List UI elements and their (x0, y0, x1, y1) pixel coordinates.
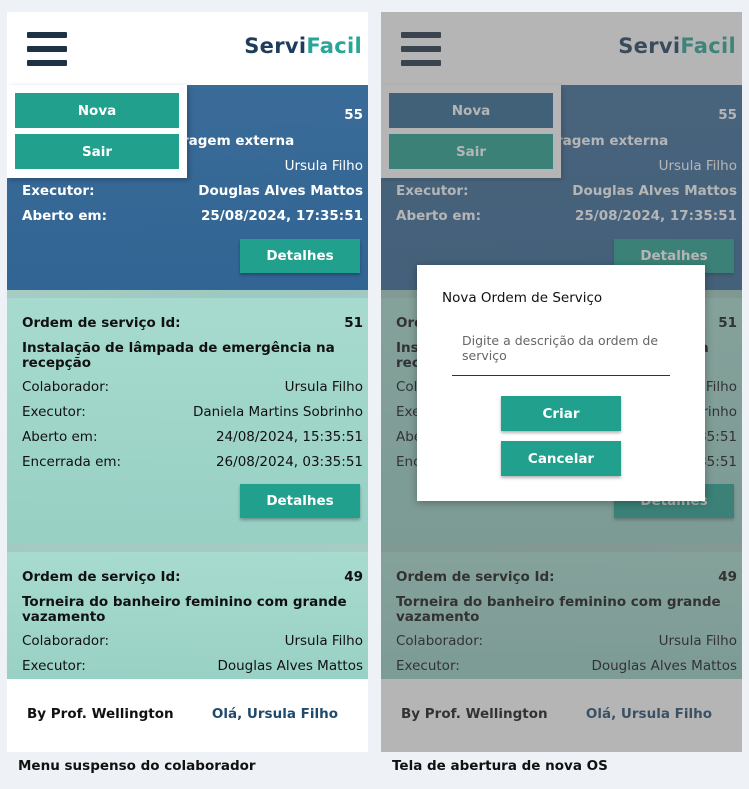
executor-label: Executor: (22, 183, 95, 199)
nova-button[interactable]: Nova (15, 93, 179, 128)
aberto-value: 24/08/2024, 15:35:51 (215, 429, 363, 445)
executor-value: Daniela Martins Sobrinho (192, 404, 363, 420)
caption-left: Menu suspenso do colaborador (18, 758, 256, 774)
encerrada-label: Encerrada em: (22, 454, 122, 470)
caption-right: Tela de abertura de nova OS (392, 758, 608, 774)
order-title: Instalação de lâmpada de emergência na r… (22, 340, 335, 371)
app-logo: ServiFacil (244, 34, 362, 58)
colaborador-label: Colaborador: (22, 633, 110, 649)
executor-label: Executor: (22, 658, 86, 674)
colaborador-value: Ursula Filho (284, 633, 363, 649)
colaborador-value: Ursula Filho (284, 379, 363, 395)
app-header: ServiFacil (7, 12, 368, 85)
new-order-dialog: Nova Ordem de Serviço Criar Cancelar (417, 265, 705, 501)
order-id-value: 55 (344, 107, 363, 123)
criar-button[interactable]: Criar (501, 396, 621, 431)
colaborador-label: Colaborador: (22, 379, 110, 395)
details-button[interactable]: Detalhes (240, 239, 360, 273)
order-title: ragem externa (182, 133, 295, 149)
order-id-value: 49 (344, 569, 363, 585)
dropdown-menu: Nova Sair (7, 85, 187, 178)
order-card: Ordem de serviço Id: 51 Instalação de lâm… (7, 298, 368, 544)
app-footer: By Prof. Wellington Olá, Ursula Filho (7, 679, 368, 752)
sair-button[interactable]: Sair (15, 134, 179, 169)
executor-label: Executor: (22, 404, 86, 420)
dialog-title: Nova Ordem de Serviço (442, 290, 603, 306)
aberto-label: Aberto em: (22, 208, 107, 224)
order-id-label: Ordem de serviço Id: (22, 315, 181, 331)
cancelar-button[interactable]: Cancelar (501, 441, 621, 476)
executor-value: Douglas Alves Mattos (198, 183, 363, 199)
order-title: Torneira do banheiro feminino com grande… (22, 594, 347, 625)
order-id-label: Ordem de serviço Id: (22, 569, 181, 585)
aberto-value: 25/08/2024, 17:35:51 (201, 208, 363, 224)
encerrada-value: 26/08/2024, 03:35:51 (215, 454, 363, 470)
phone-screen-dropdown: ServiFacil 55 ragem externa Ursula Filho… (7, 12, 368, 752)
phone-screen-new-order: ServiFacil 55 ragem externa Ursula Filho… (381, 12, 742, 752)
order-description-input[interactable] (452, 329, 670, 376)
hamburger-menu-icon[interactable] (27, 32, 67, 66)
colaborador-value: Ursula Filho (284, 158, 363, 174)
footer-credit: By Prof. Wellington (27, 706, 174, 722)
user-greeting: Olá, Ursula Filho (211, 706, 338, 722)
order-id-value: 51 (344, 315, 363, 331)
executor-value: Douglas Alves Mattos (217, 658, 363, 674)
details-button[interactable]: Detalhes (240, 484, 360, 518)
order-card: Ordem de serviço Id: 49 Torneira do banhe… (7, 552, 368, 679)
aberto-label: Aberto em: (22, 429, 98, 445)
